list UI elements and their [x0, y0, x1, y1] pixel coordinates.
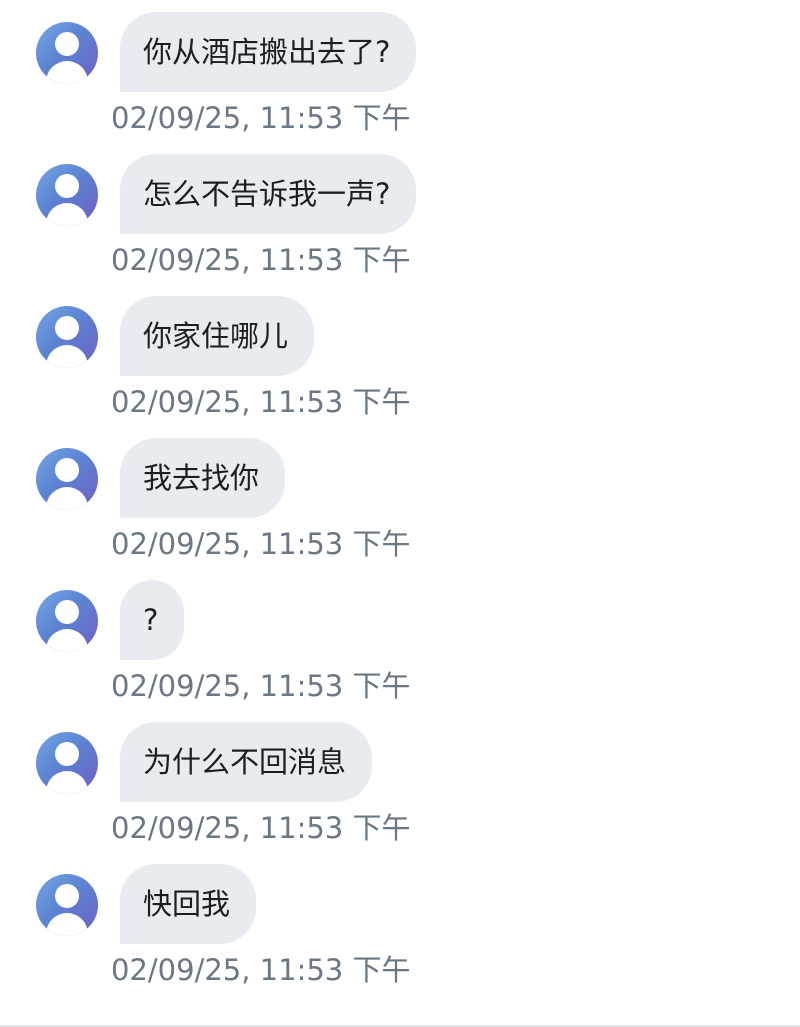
- message-bubble[interactable]: 你家住哪儿: [120, 296, 315, 376]
- message-bubble[interactable]: 你从酒店搬出去了?: [120, 12, 417, 92]
- message-timestamp: 02/09/25, 11:53 下午: [111, 811, 411, 845]
- user-avatar-icon[interactable]: [36, 164, 98, 226]
- user-avatar-icon[interactable]: [36, 874, 98, 936]
- message-timestamp: 02/09/25, 11:53 下午: [111, 953, 411, 987]
- message-row: 你从酒店搬出去了? 02/09/25, 11:53 下午: [0, 0, 800, 142]
- message-timestamp: 02/09/25, 11:53 下午: [111, 527, 411, 561]
- user-avatar-icon[interactable]: [36, 732, 98, 794]
- message-row: 你家住哪儿 02/09/25, 11:53 下午: [0, 284, 800, 426]
- message-timestamp: 02/09/25, 11:53 下午: [111, 243, 411, 277]
- message-row: ? 02/09/25, 11:53 下午: [0, 568, 800, 710]
- user-avatar-icon[interactable]: [36, 590, 98, 652]
- message-bubble[interactable]: 快回我: [120, 864, 257, 944]
- message-bubble[interactable]: 怎么不告诉我一声?: [120, 154, 417, 234]
- chat-message-list[interactable]: 你从酒店搬出去了? 02/09/25, 11:53 下午 怎么不告诉我一声? 0…: [0, 0, 800, 1027]
- message-row: 怎么不告诉我一声? 02/09/25, 11:53 下午: [0, 142, 800, 284]
- message-timestamp: 02/09/25, 11:53 下午: [111, 669, 411, 703]
- message-bubble[interactable]: ?: [120, 580, 185, 660]
- message-bubble[interactable]: 为什么不回消息: [120, 722, 373, 802]
- message-row: 快回我 02/09/25, 11:53 下午: [0, 852, 800, 994]
- message-row: 我去找你 02/09/25, 11:53 下午: [0, 426, 800, 568]
- user-avatar-icon[interactable]: [36, 306, 98, 368]
- message-row: 为什么不回消息 02/09/25, 11:53 下午: [0, 710, 800, 852]
- message-bubble[interactable]: 我去找你: [120, 438, 286, 518]
- message-timestamp: 02/09/25, 11:53 下午: [111, 385, 411, 419]
- user-avatar-icon[interactable]: [36, 22, 98, 84]
- message-timestamp: 02/09/25, 11:53 下午: [111, 101, 411, 135]
- user-avatar-icon[interactable]: [36, 448, 98, 510]
